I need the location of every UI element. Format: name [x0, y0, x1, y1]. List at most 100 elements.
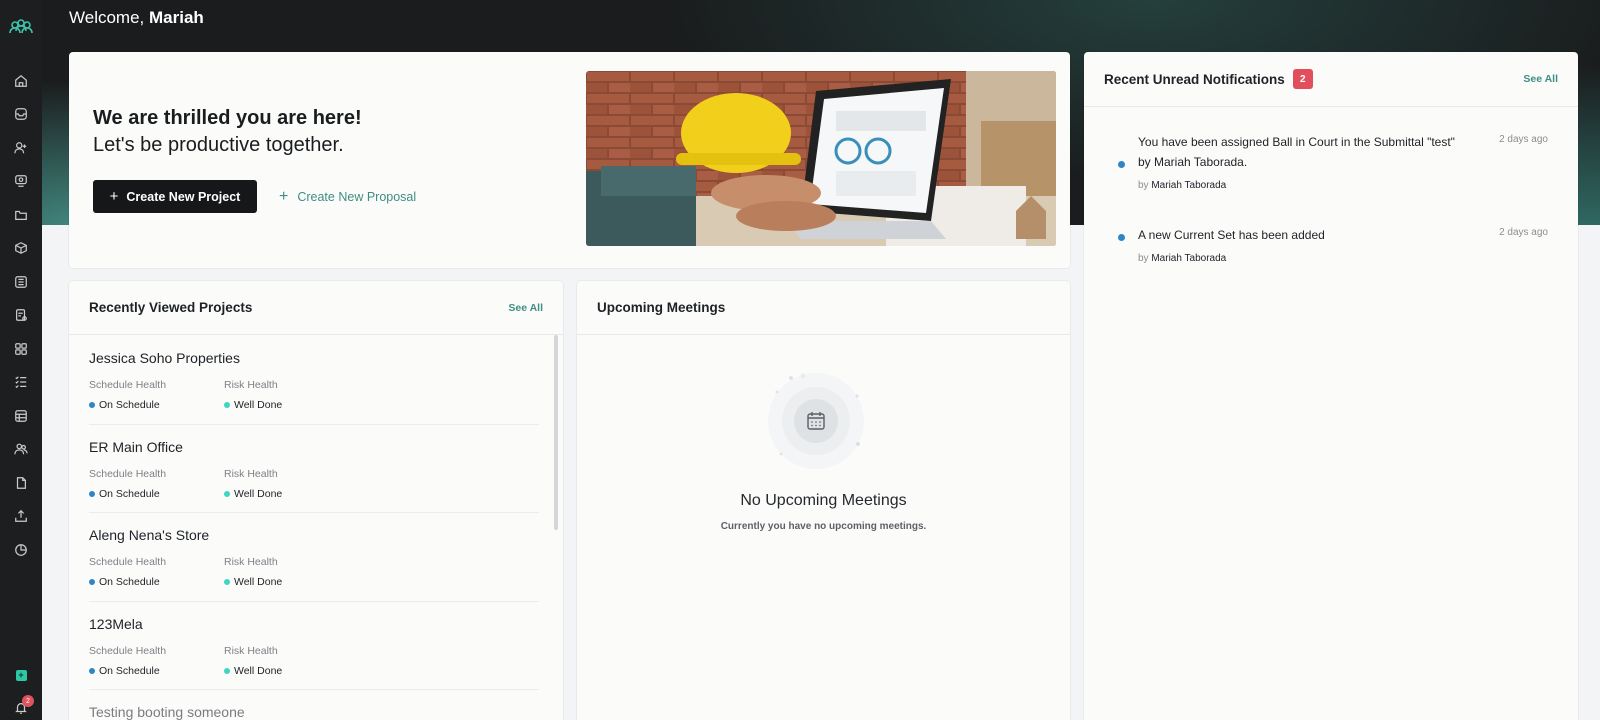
welcome-hero-card: We are thrilled you are here! Let's be p… [69, 52, 1070, 268]
sidebar-item-inbox[interactable] [6, 98, 36, 132]
status-dot-icon [89, 579, 95, 585]
risk-health-value: Well Done [224, 399, 282, 411]
sidebar-item-team[interactable] [6, 433, 36, 467]
checklist-icon [15, 376, 27, 389]
status-indicator-icon[interactable]: + [15, 670, 27, 681]
team-logo-icon[interactable] [9, 18, 33, 38]
list-document-icon [15, 275, 27, 288]
sidebar-item-upload[interactable] [6, 500, 36, 534]
sidebar-item-documents[interactable] [6, 265, 36, 299]
create-new-project-label: Create New Project [126, 189, 241, 204]
sidebar-item-tables[interactable] [6, 399, 36, 433]
unread-count-badge: 2 [1292, 69, 1313, 89]
project-name: 123Mela [89, 615, 143, 632]
hero-title: We are thrilled you are here! [93, 107, 362, 129]
unread-dot-icon [1118, 234, 1125, 241]
project-list-scrollbar[interactable] [554, 335, 558, 530]
sidebar-item-home[interactable] [6, 64, 36, 98]
create-new-proposal-label: Create New Proposal [297, 189, 417, 204]
notification-time: 2 days ago [1499, 134, 1548, 145]
card-header: Upcoming Meetings [577, 281, 1070, 335]
monitor-icon [15, 175, 27, 188]
risk-health-value: Well Done [224, 665, 282, 677]
card-title: Recent Unread Notifications [1104, 71, 1285, 87]
project-name: Jessica Soho Properties [89, 350, 240, 366]
notification-author: by Mariah Taborada [1138, 180, 1226, 191]
card-header: Recently Viewed Projects See All [69, 281, 563, 335]
risk-health-label: Risk Health [224, 556, 278, 568]
schedule-status-text: On Schedule [99, 664, 160, 677]
risk-health-label: Risk Health [224, 379, 278, 391]
sidebar-item-folders[interactable] [6, 198, 36, 232]
plus-icon: + [109, 187, 119, 205]
schedule-health-value: On Schedule [89, 399, 160, 411]
status-dot-icon [224, 490, 230, 497]
notifications-title-wrap: Recent Unread Notifications 2 [1104, 69, 1313, 89]
schedule-status-text: On Schedule [99, 576, 160, 588]
schedule-health-label: Schedule Health [89, 467, 167, 480]
recently-viewed-projects-card: Recently Viewed Projects See All Jessica… [69, 281, 563, 720]
file-icon [16, 476, 26, 489]
card-title: Upcoming Meetings [597, 300, 726, 315]
grid-icon [15, 342, 27, 355]
notification-item[interactable]: A new Current Set has been added 2 days … [1118, 225, 1548, 275]
card-header: Recent Unread Notifications 2 See All [1084, 52, 1578, 107]
project-name: ER Main Office [89, 438, 183, 455]
project-item[interactable]: Aleng Nena's Store Schedule Health Risk … [89, 513, 539, 602]
sidebar-item-monitor[interactable] [6, 165, 36, 199]
sidebar-item-apps[interactable] [6, 332, 36, 366]
upload-icon [15, 510, 27, 523]
schedule-status-text: On Schedule [99, 399, 160, 411]
sidebar-item-models[interactable] [6, 232, 36, 266]
status-dot-icon [89, 402, 95, 408]
by-prefix: by [1138, 180, 1149, 191]
report-icon [16, 309, 27, 322]
upcoming-meetings-card: Upcoming Meetings No Upcoming Meetings C… [577, 281, 1070, 720]
user-add-icon [14, 141, 27, 154]
risk-health-value: Well Done [224, 576, 282, 588]
risk-health-label: Risk Health [224, 644, 278, 657]
sidebar-item-files[interactable] [6, 466, 36, 500]
create-new-proposal-button[interactable]: + Create New Proposal [279, 180, 416, 213]
table-icon [15, 409, 27, 422]
see-all-notifications-link[interactable]: See All [1523, 73, 1558, 85]
folder-icon [15, 210, 27, 220]
status-dot-icon [89, 667, 95, 674]
bell-count-badge: 2 [22, 695, 34, 707]
create-new-project-button[interactable]: + Create New Project [93, 180, 257, 213]
notifications-bell-button[interactable]: 2 [11, 695, 34, 718]
calendar-empty-illustration-icon [768, 373, 864, 469]
schedule-health-label: Schedule Health [89, 379, 167, 391]
project-item[interactable]: Testing booting someone [89, 690, 549, 720]
hero-subtitle: Let's be productive together. [93, 134, 344, 156]
risk-status-text: Well Done [234, 399, 283, 411]
sidebar-item-contacts[interactable] [6, 131, 36, 165]
project-item[interactable]: 123Mela Schedule Health Risk Health On S… [89, 602, 539, 690]
author-name: Mariah Taborada [1151, 180, 1227, 191]
by-prefix: by [1138, 253, 1149, 264]
users-icon [14, 443, 28, 455]
notification-item[interactable]: You have been assigned Ball in Court in … [1118, 132, 1548, 202]
home-icon [15, 74, 27, 87]
schedule-health-value: On Schedule [89, 576, 160, 588]
risk-health-value: Well Done [224, 488, 282, 500]
welcome-prefix: Welcome, [69, 8, 145, 27]
notification-time: 2 days ago [1499, 227, 1548, 238]
sidebar-item-analytics[interactable] [6, 533, 36, 567]
inbox-icon [15, 108, 27, 121]
recent-notifications-card: Recent Unread Notifications 2 See All Yo… [1084, 52, 1578, 720]
project-item[interactable]: Jessica Soho Properties Schedule Health … [89, 336, 539, 425]
see-all-projects-link[interactable]: See All [508, 302, 543, 314]
empty-state-title: No Upcoming Meetings [740, 492, 907, 509]
author-name: Mariah Taborada [1151, 253, 1227, 264]
sidebar-item-reports[interactable] [6, 299, 36, 333]
notification-author: by Mariah Taborada [1138, 253, 1226, 264]
plus-icon: + [279, 187, 289, 205]
project-item[interactable]: ER Main Office Schedule Health Risk Heal… [89, 425, 539, 513]
status-dot-icon [224, 402, 230, 408]
sidebar-item-checklists[interactable] [6, 366, 36, 400]
welcome-user-name: Mariah [149, 8, 204, 27]
welcome-heading: Welcome, Mariah [69, 8, 204, 28]
schedule-health-label: Schedule Health [89, 556, 167, 568]
card-title: Recently Viewed Projects [89, 300, 253, 315]
